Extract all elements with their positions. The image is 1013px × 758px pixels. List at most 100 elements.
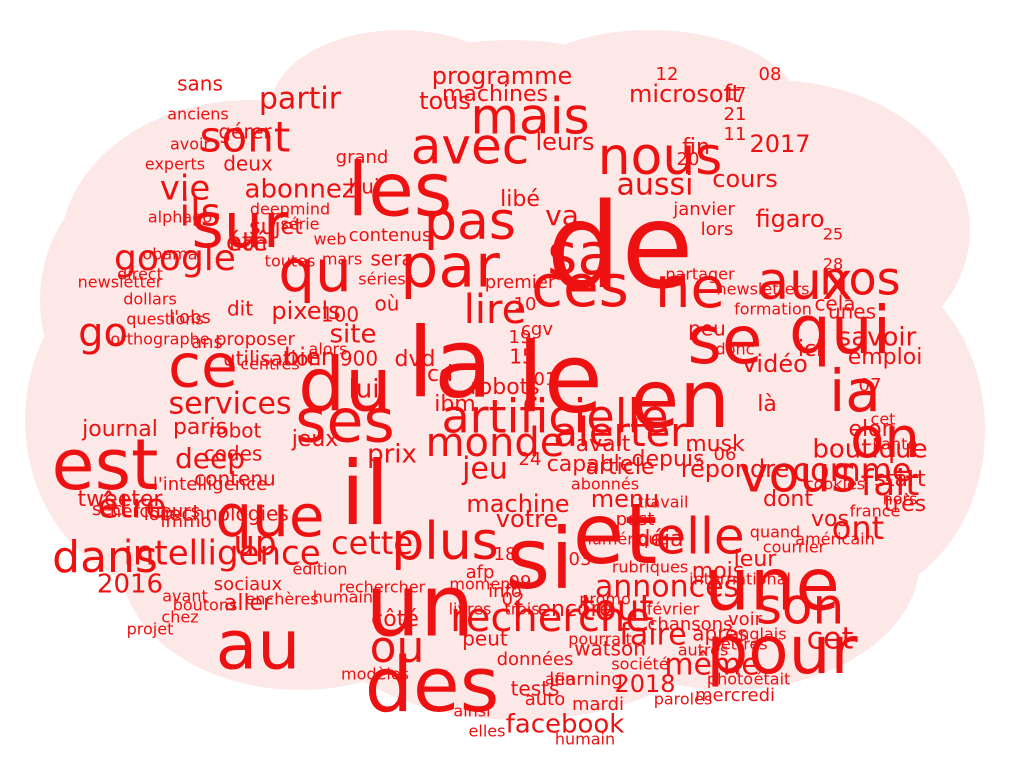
cloud-word: paroles — [654, 690, 713, 709]
cloud-word: 24 — [519, 449, 542, 470]
cloud-word: était — [754, 670, 791, 689]
cloud-word: 15 — [509, 345, 534, 369]
cloud-word: 10 — [514, 294, 537, 315]
cloud-word: promo — [579, 590, 631, 609]
word-cloud-canvas: de la le les un des en si et il du sur est au que ce une… — [0, 0, 1013, 758]
cloud-word: sans — [177, 72, 223, 96]
cloud-word: obama — [142, 245, 197, 264]
cloud-word: abonnés — [571, 475, 639, 494]
cloud-word: mardi — [572, 694, 624, 715]
cloud-word: ainsi — [453, 702, 490, 721]
cloud-word: hui — [349, 175, 380, 199]
cloud-word: jeu — [461, 452, 508, 487]
cloud-word: robot — [209, 419, 262, 443]
cloud-word: journal — [81, 417, 158, 442]
cloud-word: avant — [162, 587, 208, 606]
cloud-word: anciens — [167, 105, 229, 124]
cloud-word: avoir — [170, 135, 211, 154]
cloud-word: web — [313, 230, 346, 249]
cloud-word: afin — [545, 670, 575, 689]
cloud-word: humain — [555, 730, 615, 749]
cloud-word: cet — [871, 410, 896, 429]
cloud-word: leurs — [535, 128, 594, 156]
cloud-word: experts — [145, 155, 205, 174]
cloud-word: ibm — [434, 392, 476, 417]
cloud-word: ici — [798, 337, 822, 362]
cloud-word: aussi — [617, 168, 694, 203]
cloud-word: photo — [707, 670, 753, 689]
cloud-word: quand — [750, 523, 800, 542]
cloud-word: figaro — [755, 205, 824, 233]
cloud-word: 100 — [321, 303, 359, 327]
cloud-word: édition — [292, 560, 347, 579]
cloud-word: données — [497, 649, 574, 670]
cloud-word: grand — [336, 147, 389, 168]
cloud-word: peu — [688, 317, 726, 341]
cloud-word: avait — [576, 432, 631, 457]
cloud-word: deux — [223, 152, 273, 176]
cloud-word: unes — [828, 300, 876, 324]
cloud-word: orthographe — [110, 330, 209, 349]
cloud-word: up — [233, 524, 276, 564]
cloud-word: 06 — [714, 444, 737, 465]
cloud-word: contenus — [349, 225, 432, 246]
cloud-word: au — [216, 607, 301, 686]
cloud-word: santé — [873, 435, 917, 454]
cloud-word: cookies — [805, 475, 865, 494]
cloud-word: machine — [466, 490, 569, 518]
cloud-word: 25 — [823, 225, 843, 244]
cloud-word: lui — [349, 375, 380, 405]
cloud-word: cette — [331, 524, 413, 562]
cloud-word: alphago — [148, 208, 212, 227]
cloud-word: où — [375, 292, 400, 316]
cloud-word: enchères — [245, 590, 318, 609]
cloud-word: dvd — [395, 347, 436, 372]
cloud-word: 12 — [656, 64, 679, 85]
cloud-word: projet — [127, 620, 174, 639]
cloud-word: questions — [126, 310, 203, 329]
cloud-word: start — [874, 467, 926, 492]
cloud-word: vie — [160, 169, 211, 209]
cloud-word: travail — [638, 493, 689, 512]
cloud-word: mars — [322, 250, 362, 269]
cloud-word: 03 — [569, 549, 592, 570]
cloud-word: 19 — [509, 327, 532, 348]
cloud-word: pourrait — [568, 630, 631, 649]
cloud-word: jeux — [291, 427, 339, 452]
cloud-word: 21 — [724, 104, 747, 125]
cloud-word: loin — [144, 504, 176, 525]
cloud-word: rubriques — [612, 558, 688, 577]
cloud-word: libé — [500, 187, 540, 212]
cloud-word: côté — [371, 607, 419, 632]
word-cloud: dela lelesundesensi etildusurestauqueceune… — [25, 30, 985, 749]
cloud-word: non — [229, 232, 267, 256]
cloud-word: 18 — [494, 544, 517, 565]
cloud-word: modèles — [341, 665, 409, 684]
cloud-word: février — [647, 600, 700, 619]
cloud-word: janvier — [672, 199, 735, 220]
cloud-word: numérique — [582, 530, 669, 549]
cloud-word: intelligence — [123, 534, 320, 574]
cloud-word: 20 — [677, 149, 700, 170]
cloud-word: cours — [712, 165, 777, 193]
cloud-word: partir — [259, 82, 342, 117]
cloud-word: toutes — [265, 252, 316, 271]
cloud-word: 08 — [759, 64, 782, 85]
cloud-word: trois — [504, 600, 539, 619]
cloud-word: donc — [716, 340, 755, 359]
cloud-word: séries — [358, 270, 405, 289]
cloud-word: robots — [470, 375, 540, 400]
cloud-word: prix — [367, 440, 417, 470]
cloud-word: 07 — [859, 375, 882, 396]
cloud-word: sec — [92, 499, 122, 520]
cloud-word: post — [616, 509, 655, 530]
cloud-word: formation — [734, 300, 812, 319]
cloud-word: lors — [701, 219, 734, 240]
cloud-word: codes — [204, 442, 263, 466]
cloud-word: dit — [227, 297, 253, 321]
cloud-word: 01 — [534, 369, 557, 390]
cloud-word: là — [757, 392, 777, 417]
cloud-word: cet — [807, 622, 854, 657]
cloud-word: humains — [313, 588, 382, 607]
cloud-word: peut — [462, 627, 508, 651]
